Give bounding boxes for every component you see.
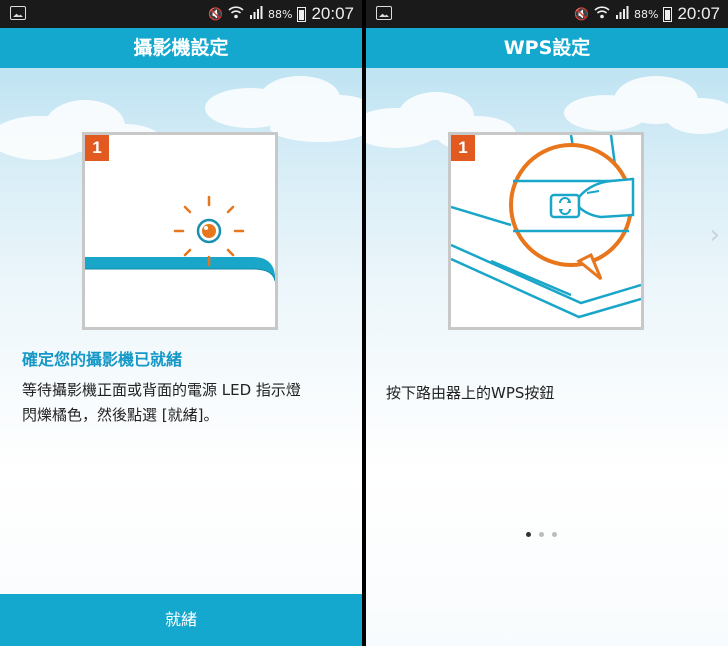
gallery-icon [376, 6, 392, 20]
battery-icon [663, 6, 673, 22]
page-title: WPS設定 [366, 28, 728, 68]
battery-percent: 88% [268, 7, 293, 21]
wps-button-icon [549, 193, 581, 219]
status-bar: 🔇 88% 20:07 [0, 0, 362, 28]
instruction-line-2: 閃爍橘色，然後點選 [就緒]。 [22, 406, 219, 424]
instruction-text: 按下路由器上的WPS按鈕 [386, 384, 555, 402]
led-icon [173, 195, 245, 267]
signal-icon [249, 6, 263, 22]
mute-icon: 🔇 [208, 7, 223, 21]
signal-icon [615, 6, 629, 22]
instruction-line-1: 等待攝影機正面或背面的電源 LED 指示燈 [22, 381, 301, 399]
battery-percent: 88% [634, 7, 659, 21]
content-area: 1 [0, 68, 362, 646]
gallery-icon [10, 6, 26, 20]
instruction-illustration: 1 [448, 132, 644, 330]
instruction-text: 等待攝影機正面或背面的電源 LED 指示燈 閃爍橘色，然後點選 [就緒]。 [22, 378, 342, 428]
page-dot-1 [526, 532, 531, 537]
mute-icon: 🔇 [574, 7, 589, 21]
camera-setup-screen: 🔇 88% 20:07 攝影機設定 1 確定您的攝影機已就緒 等待攝影機正面或背… [0, 0, 362, 646]
wifi-icon [228, 6, 244, 22]
content-area: 1 [366, 68, 728, 646]
chevron-right-icon[interactable]: › [710, 220, 720, 250]
clock: 20:07 [677, 4, 720, 23]
page-dot-3 [552, 532, 557, 537]
wifi-icon [594, 6, 610, 22]
page-indicator [526, 532, 557, 537]
status-bar: 🔇 88% 20:07 [366, 0, 728, 28]
instruction-illustration: 1 [82, 132, 278, 330]
page-dot-2 [539, 532, 544, 537]
wps-setup-screen: 🔇 88% 20:07 WPS設定 1 按下路由器上的WPS按鈕 › [366, 0, 728, 646]
ready-button[interactable]: 就緒 [0, 594, 362, 646]
clock: 20:07 [311, 4, 354, 23]
page-title: 攝影機設定 [0, 28, 362, 68]
battery-icon [297, 6, 307, 22]
instruction-heading: 確定您的攝影機已就緒 [22, 350, 183, 369]
